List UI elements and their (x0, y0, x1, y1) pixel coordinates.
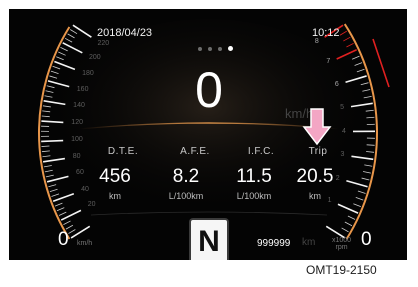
trip-label-dte: D.T.E. (107, 146, 139, 157)
tachometer-tick (353, 203, 361, 208)
trip-label-afe: A.F.E. (180, 146, 210, 157)
speedometer-tick (58, 51, 66, 56)
tachometer-tick (347, 215, 356, 220)
speedometer-tick (41, 139, 64, 143)
tachometer-tick (346, 43, 354, 48)
speedometer-tick (72, 24, 92, 38)
speedometer-tick (70, 225, 91, 239)
speedometer-tick-label: 220 (97, 39, 110, 47)
speedometer-tick (60, 209, 82, 221)
figure-caption: OMT19-2150 (306, 263, 377, 277)
page-dot (208, 46, 212, 51)
down-arrow-icon (302, 108, 332, 146)
speedometer-tick-label: 200 (88, 54, 101, 62)
speedometer-tick (51, 193, 60, 197)
speedometer-tick (64, 37, 73, 43)
page-dot (218, 46, 222, 51)
speedometer-tick-label: 80 (72, 152, 81, 160)
speedometer-tick-label: 20 (87, 201, 96, 209)
odometer-unit: km (302, 237, 316, 248)
speedometer-tick-label: 140 (73, 102, 85, 110)
speedometer-tick (70, 29, 78, 35)
page-dot (198, 46, 202, 51)
speedometer-tick (45, 174, 54, 178)
speedometer-tick (54, 202, 63, 207)
trip-value-afe: 8.2 (172, 166, 200, 187)
speedometer-zero-label: 0 (58, 229, 69, 250)
tachometer-tick (361, 177, 370, 181)
trip-unit-ifc: L/100km (236, 191, 272, 201)
trip-unit-dte: km (109, 191, 121, 201)
speedometer-tick (67, 33, 75, 39)
tach-unit-line1: x1000 (332, 237, 352, 244)
speedometer-tick (60, 47, 68, 52)
tachometer-tick (351, 55, 360, 60)
tach-unit-line2: rpm (335, 244, 348, 251)
speedometer-tick (56, 207, 65, 212)
tachometer-tick-label: 5 (340, 103, 344, 111)
speedometer-tick-label: 160 (76, 85, 89, 93)
tachometer-tick (357, 190, 366, 194)
speedometer-tick (49, 75, 58, 79)
speedometer-tick (48, 184, 57, 188)
speedometer-tick (62, 42, 83, 54)
page-indicator (198, 46, 233, 51)
speedometer-tick (49, 188, 58, 193)
speedometer-tick-label: 100 (71, 136, 83, 144)
tachometer-tick-label: 6 (334, 80, 339, 88)
clock-display: 10:12 (312, 27, 340, 39)
trip-value-dte: 456 (99, 166, 131, 187)
instrument-cluster-display: 220 200 180 160 140 120 100 80 60 40 20 87654321 2… (9, 9, 407, 260)
trip-unit-afe: L/100km (168, 191, 204, 201)
speedometer-tick (56, 56, 64, 61)
odometer-value: 999999 (257, 238, 291, 249)
tachometer-zero-label: 0 (361, 229, 372, 250)
speedometer-tick (58, 211, 67, 216)
trip-label-trip: Trip (308, 146, 328, 157)
tachometer-tick (337, 203, 359, 214)
gear-indicator: N (189, 218, 229, 260)
tachometer-tick (344, 221, 353, 227)
tachometer-tick (336, 48, 357, 60)
tachometer-tick (343, 36, 351, 42)
trip-unit-trip: km (309, 191, 321, 201)
trip-label-ifc: I.F.C. (247, 146, 275, 157)
speedometer-tick (50, 70, 59, 74)
tachometer-tick (356, 68, 365, 73)
speedometer-tick-label: 180 (82, 69, 94, 77)
tachometer-tick-label: 7 (326, 58, 331, 66)
tachometer-tick (354, 62, 363, 66)
tachometer-tick (341, 227, 349, 233)
speedometer-tick (63, 220, 71, 225)
speedometer-tick (52, 65, 61, 70)
speed-readout: 0 (195, 62, 223, 118)
tachometer-unit-label: x1000 rpm (332, 237, 351, 251)
trip-value-trip: 20.5 (296, 166, 334, 187)
page-dot-active (228, 46, 233, 51)
speedometer-unit-label: km/h (77, 240, 93, 247)
tachometer-tick (339, 30, 347, 36)
tachometer-tick-label: 4 (341, 127, 346, 135)
date-display: 2018/04/23 (97, 27, 153, 39)
tachometer-tick (355, 197, 364, 201)
speedometer-tick (68, 229, 76, 234)
redline-marker (372, 38, 390, 88)
speedometer-tick (41, 145, 50, 147)
speedometer-tick-label: 120 (71, 119, 83, 127)
trip-value-ifc: 11.5 (236, 166, 272, 187)
